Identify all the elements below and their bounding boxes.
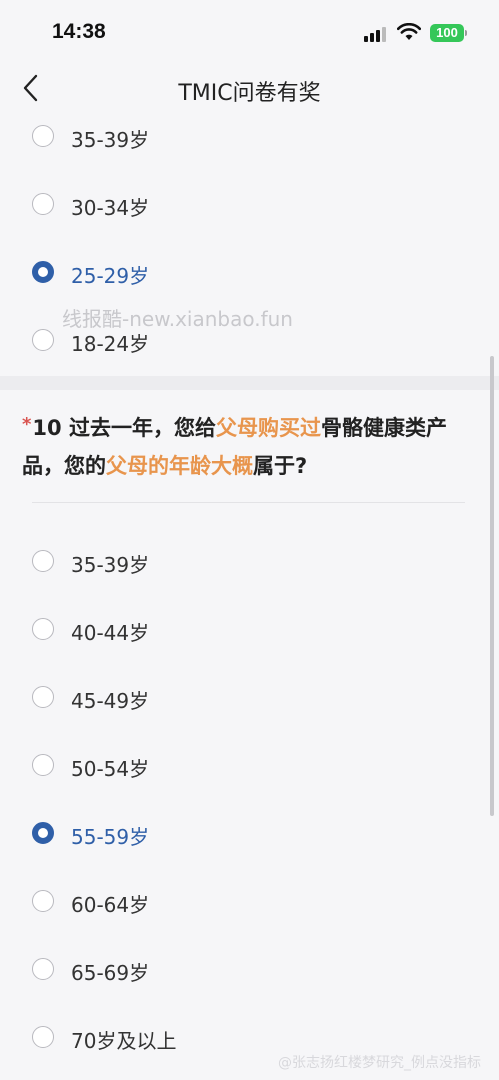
radio-button[interactable] [32,958,54,980]
option-label: 18-24岁 [71,332,150,356]
required-mark: * [22,414,32,435]
question-highlight: 父母购买过 [215,416,321,440]
option-item[interactable]: 35-39岁 [32,122,452,152]
radio-button[interactable] [32,193,54,215]
scrollbar[interactable] [490,356,494,816]
question-title: *10 过去一年，您给父母购买过骨骼健康类产品，您的父母的年龄大概属于? [22,410,462,484]
option-item[interactable]: 30-34岁 [32,190,452,220]
radio-button[interactable] [32,822,54,844]
option-item[interactable]: 70岁及以上 [32,1023,452,1053]
battery-cap [465,30,467,36]
option-item[interactable]: 40-44岁 [32,615,452,645]
question-number: 10 [32,416,62,440]
radio-button[interactable] [32,1026,54,1048]
option-item[interactable]: 55-59岁 [32,819,452,849]
status-bar: 14:38 100 [0,0,499,60]
battery-indicator: 100 [430,24,464,42]
radio-button[interactable] [32,890,54,912]
nav-bar: TMIC问卷有奖 [0,62,499,116]
option-label: 55-59岁 [71,825,150,849]
question-text-segment: 属于? [253,454,308,478]
option-item[interactable]: 65-69岁 [32,955,452,985]
option-item[interactable]: 60-64岁 [32,887,452,917]
option-item[interactable]: 50-54岁 [32,751,452,781]
previous-question-card: 35-39岁 30-34岁 25-29岁 18-24岁 [0,116,499,376]
option-label: 30-34岁 [71,196,150,220]
question-highlight: 父母的年龄大概 [106,454,253,478]
option-label: 70岁及以上 [71,1029,177,1053]
option-label: 45-49岁 [71,689,150,713]
radio-button[interactable] [32,550,54,572]
radio-button[interactable] [32,754,54,776]
option-label: 35-39岁 [71,128,150,152]
option-item[interactable]: 45-49岁 [32,683,452,713]
radio-button[interactable] [32,686,54,708]
question-divider [32,502,465,503]
question-card: *10 过去一年，您给父母购买过骨骼健康类产品，您的父母的年龄大概属于? 35-… [0,390,499,1080]
question-text-segment: 过去一年，您给 [68,416,216,440]
cellular-signal-icon [364,26,388,42]
option-label: 40-44岁 [71,621,150,645]
section-divider [0,376,499,390]
radio-button[interactable] [32,261,54,283]
status-time: 14:38 [52,20,106,43]
option-item[interactable]: 25-29岁 [32,258,452,288]
wifi-icon [397,23,421,40]
watermark: 线报酷-new.xianbao.fun [62,307,293,331]
radio-button[interactable] [32,125,54,147]
page-title: TMIC问卷有奖 [178,81,321,106]
option-label: 60-64岁 [71,893,150,917]
radio-button[interactable] [32,618,54,640]
option-item[interactable]: 35-39岁 [32,547,452,577]
option-label: 65-69岁 [71,961,150,985]
footer-credit: @张志扬红楼梦研究_例点没指标 [278,1055,481,1071]
option-label: 50-54岁 [71,757,150,781]
radio-button[interactable] [32,329,54,351]
option-label: 25-29岁 [71,264,150,288]
option-label: 35-39岁 [71,553,150,577]
